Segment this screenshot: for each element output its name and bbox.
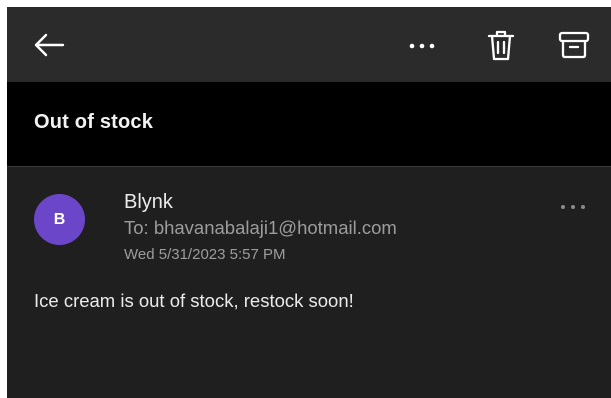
archive-icon [558, 31, 590, 59]
back-button[interactable] [29, 27, 69, 63]
sender-avatar[interactable]: B [34, 194, 85, 245]
email-body: Ice cream is out of stock, restock soon! [34, 290, 354, 311]
more-horizontal-icon [561, 205, 585, 209]
email-message: B Blynk To: bhavanabalaji1@hotmail.com W… [7, 167, 611, 398]
delete-button[interactable] [481, 25, 521, 65]
recipient-address[interactable]: To: bhavanabalaji1@hotmail.com [124, 217, 397, 239]
email-subject: Out of stock [34, 111, 154, 133]
trash-icon [487, 30, 515, 61]
more-horizontal-icon [409, 43, 435, 49]
email-date: Wed 5/31/2023 5:57 PM [124, 246, 286, 263]
top-toolbar [7, 7, 611, 82]
avatar-initial: B [53, 210, 66, 228]
sender-name[interactable]: Blynk [124, 191, 173, 214]
message-more-button[interactable] [557, 197, 589, 217]
more-options-button[interactable] [402, 29, 442, 63]
arrow-left-icon [34, 33, 65, 57]
email-screen: Out of stock B Blynk To: bhavanabalaji1@… [7, 7, 611, 398]
subject-header: Out of stock [7, 82, 611, 167]
archive-button[interactable] [552, 25, 596, 65]
